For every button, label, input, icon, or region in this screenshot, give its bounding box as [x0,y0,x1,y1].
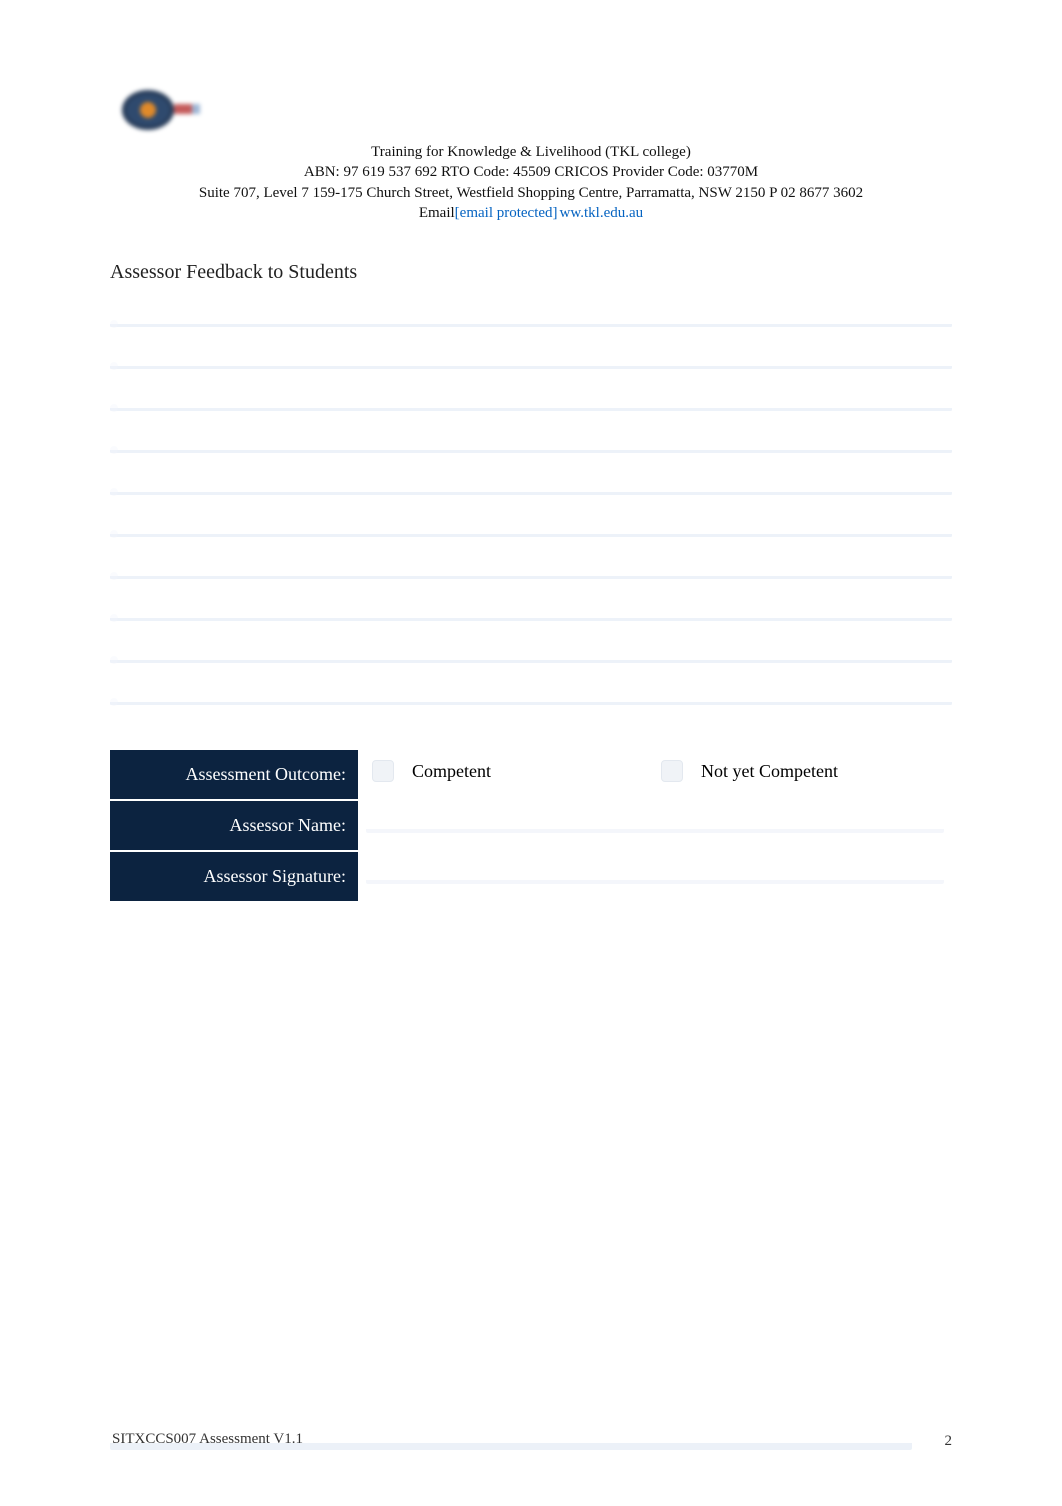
feedback-line[interactable] [110,440,952,454]
not-yet-competent-label: Not yet Competent [701,761,838,782]
feedback-line[interactable] [110,314,952,328]
assessment-outcome-row: Assessment Outcome: Competent Not yet Co… [110,750,952,800]
org-logo [110,70,210,140]
abn-line: ABN: 97 619 537 692 RTO Code: 45509 CRIC… [110,162,952,182]
assessor-signature-field[interactable] [358,851,952,902]
org-name: Training for Knowledge & Livelihood (TKL… [110,142,952,162]
competent-label: Competent [412,761,491,782]
assessment-outcome-value: Competent Not yet Competent [358,750,952,792]
website-link[interactable]: ww.tkl.edu.au [560,205,644,221]
feedback-line[interactable] [110,650,952,664]
feedback-line[interactable] [110,608,952,622]
outcome-table: Assessment Outcome: Competent Not yet Co… [110,750,952,903]
letterhead: Training for Knowledge & Livelihood (TKL… [110,142,952,223]
feedback-line[interactable] [110,524,952,538]
feedback-line[interactable] [110,356,952,370]
assessment-outcome-label: Assessment Outcome: [110,750,358,800]
email-label: Email [419,205,455,221]
footer-doc-id: SITXCCS007 Assessment V1.1 [110,1427,912,1450]
page: Training for Knowledge & Livelihood (TKL… [0,0,1062,1506]
contact-line: Email[email protected]ww.tkl.edu.au [110,203,952,223]
assessor-signature-row: Assessor Signature: [110,851,952,902]
email-link[interactable]: [email protected] [455,205,558,221]
assessor-signature-label: Assessor Signature: [110,851,358,902]
feedback-lines-area [110,314,952,706]
section-title: Assessor Feedback to Students [110,261,952,284]
footer-page-number: 2 [912,1433,952,1450]
address-line: Suite 707, Level 7 159-175 Church Street… [110,183,952,203]
feedback-line[interactable] [110,482,952,496]
competent-checkbox[interactable] [372,760,394,782]
feedback-line[interactable] [110,692,952,706]
assessor-name-label: Assessor Name: [110,800,358,851]
page-footer: SITXCCS007 Assessment V1.1 2 [110,1427,952,1450]
assessor-name-row: Assessor Name: [110,800,952,851]
feedback-line[interactable] [110,566,952,580]
not-yet-competent-checkbox[interactable] [661,760,683,782]
assessor-name-field[interactable] [358,800,952,851]
feedback-line[interactable] [110,398,952,412]
